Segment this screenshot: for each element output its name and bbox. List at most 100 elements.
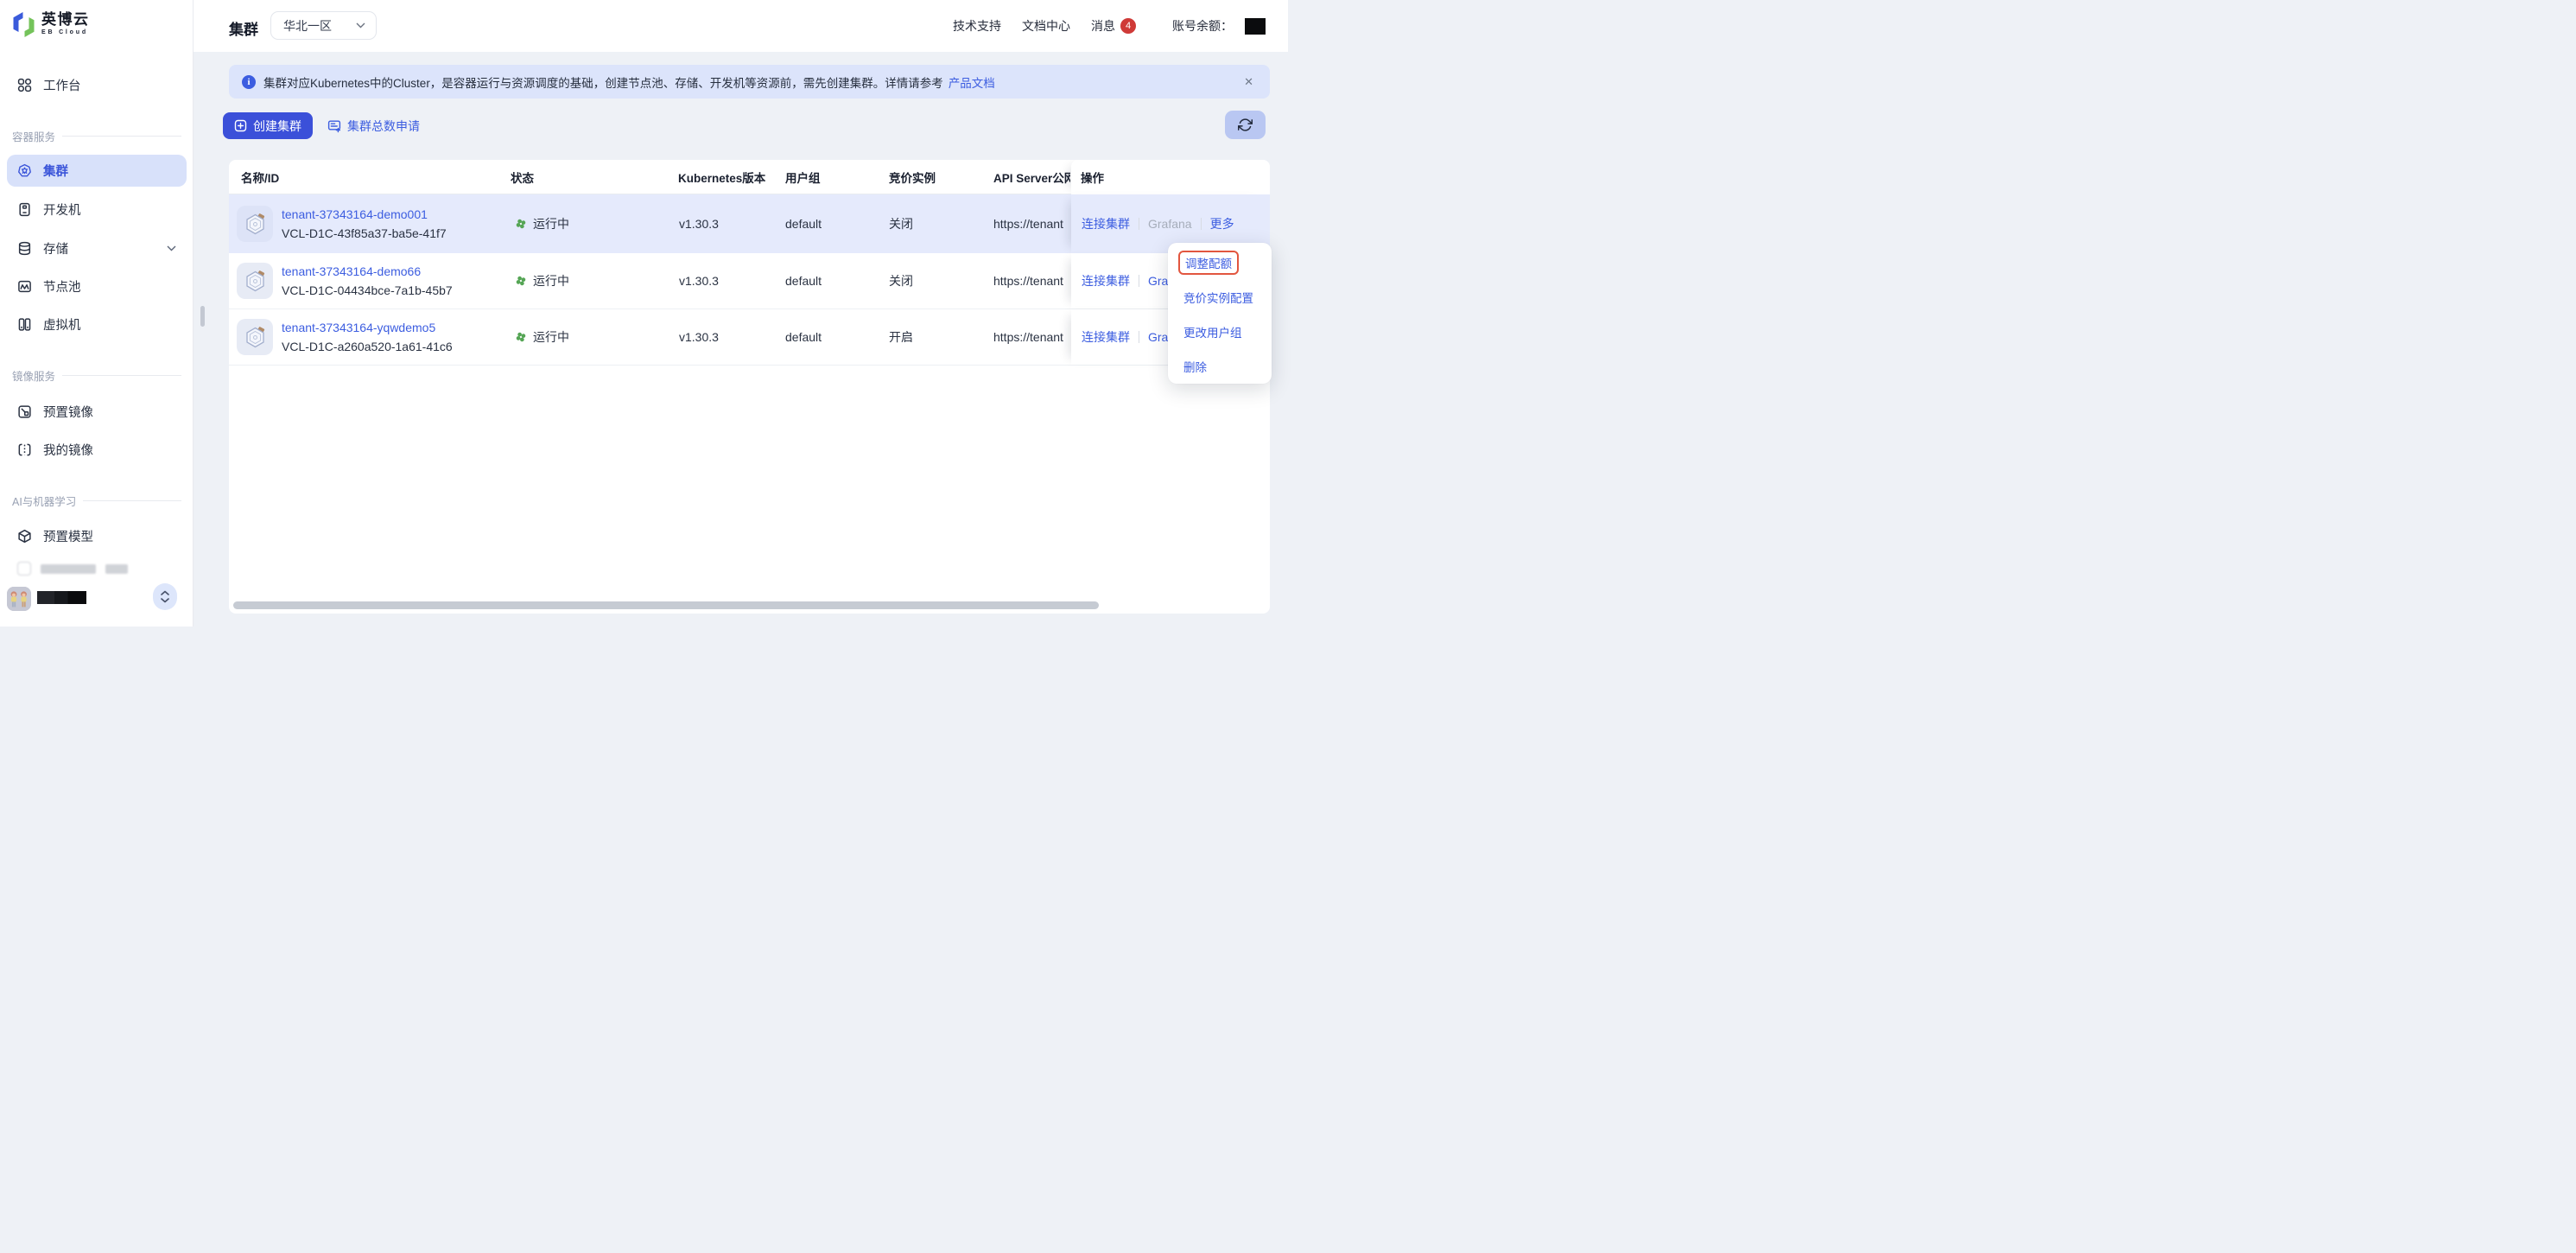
grafana-link[interactable]: Grafana	[1148, 217, 1192, 231]
cluster-name-cell: tenant-37343164-demo001 VCL-D1C-43f85a37…	[282, 207, 447, 240]
spot-cell: 关闭	[889, 272, 913, 289]
status-text: 运行中	[533, 272, 569, 289]
docs-link[interactable]: 文档中心	[1022, 17, 1070, 35]
connect-cluster-link[interactable]: 连接集群	[1082, 272, 1130, 289]
messages-link[interactable]: 消息 4	[1091, 17, 1136, 35]
sidebar: 英博云 EB Cloud 工作台 容器服务 集群	[0, 0, 194, 626]
sidebar-scrollbar-thumb[interactable]	[200, 306, 205, 327]
column-header-api: API Server公网	[993, 160, 1070, 194]
annotation-highlight-box: 调整配额	[1178, 251, 1239, 275]
sidebar-item-vm[interactable]: 虚拟机	[7, 308, 187, 340]
table-row: tenant-37343164-demo001 VCL-D1C-43f85a37…	[229, 194, 1270, 253]
virtual-machine-icon	[17, 317, 32, 332]
refresh-button[interactable]	[1225, 111, 1266, 139]
status-cell: 运行中	[515, 272, 569, 289]
version-cell: v1.30.3	[679, 330, 719, 344]
avatar[interactable]	[7, 587, 31, 611]
status-text: 运行中	[533, 328, 569, 346]
sidebar-item-nodepool[interactable]: 节点池	[7, 270, 187, 302]
cluster-id: VCL-D1C-43f85a37-ba5e-41f7	[282, 226, 447, 240]
cluster-name-link[interactable]: tenant-37343164-yqwdemo5	[282, 321, 453, 334]
status-text: 运行中	[533, 215, 569, 232]
sidebar-item-preset-model[interactable]: 预置模型	[7, 520, 187, 552]
cluster-name-cell: tenant-37343164-demo66 VCL-D1C-04434bce-…	[282, 264, 453, 297]
menu-item-spot-config[interactable]: 竞价实例配置	[1168, 280, 1272, 315]
horizontal-scrollbar-thumb[interactable]	[233, 601, 1099, 609]
section-label: AI与机器学习	[12, 493, 76, 509]
menu-item-label: 竞价实例配置	[1183, 289, 1253, 306]
api-server-cell: https://tenant	[993, 330, 1071, 344]
fixed-actions-header: 操作	[1071, 160, 1270, 194]
app-root: 英博云 EB Cloud 工作台 容器服务 集群	[0, 0, 1288, 626]
sidebar-item-label: 工作台	[43, 76, 81, 94]
banner-close-icon[interactable]: ✕	[1240, 72, 1257, 92]
storage-icon	[17, 241, 32, 256]
info-banner: i 集群对应Kubernetes中的Cluster，是容器运行与资源调度的基础，…	[229, 65, 1270, 99]
quota-request-label: 集群总数申请	[347, 118, 420, 135]
menu-item-change-group[interactable]: 更改用户组	[1168, 315, 1272, 349]
product-docs-link[interactable]: 产品文档	[949, 73, 995, 91]
region-value: 华北一区	[283, 17, 332, 35]
sidebar-item-label: 存储	[43, 239, 68, 258]
cluster-hexagon-icon	[244, 326, 267, 349]
dev-machine-icon	[17, 202, 32, 217]
cluster-quota-request-link[interactable]: 集群总数申请	[327, 112, 420, 139]
cluster-icon	[237, 263, 273, 299]
cluster-name-cell: tenant-37343164-yqwdemo5 VCL-D1C-a260a52…	[282, 321, 453, 353]
sidebar-item-label: 虚拟机	[43, 315, 81, 334]
brand-logo: 英博云 EB Cloud	[12, 11, 90, 38]
sidebar-item-cluster[interactable]: 集群	[7, 155, 187, 187]
topbar-right: 技术支持 文档中心 消息 4 账号余额：	[953, 0, 1266, 52]
cluster-id: VCL-D1C-a260a520-1a61-41c6	[282, 340, 453, 353]
more-link[interactable]: 更多	[1210, 215, 1234, 232]
brand-name: 英博云	[41, 11, 90, 28]
sidebar-item-devmachine[interactable]: 开发机	[7, 194, 187, 226]
support-link[interactable]: 技术支持	[953, 17, 1001, 35]
cluster-name-link[interactable]: tenant-37343164-demo66	[282, 264, 453, 278]
preset-image-icon	[17, 404, 32, 419]
messages-badge: 4	[1120, 18, 1136, 34]
table-header-row: 名称/ID 状态 Kubernetes版本 用户组 竞价实例 API Serve…	[229, 160, 1270, 194]
section-label: 容器服务	[12, 128, 55, 144]
up-down-chevron-icon	[160, 590, 170, 603]
running-status-icon	[515, 331, 527, 343]
brand-text: 英博云 EB Cloud	[41, 11, 90, 35]
cluster-icon	[17, 163, 32, 178]
spot-cell: 关闭	[889, 215, 913, 232]
sidebar-section-container: 容器服务	[12, 129, 181, 143]
status-cell: 运行中	[515, 328, 569, 346]
sidebar-item-faded	[17, 560, 173, 577]
square-plus-icon	[234, 119, 247, 132]
create-cluster-button[interactable]: 创建集群	[223, 112, 313, 139]
column-header-name: 名称/ID	[241, 160, 279, 194]
sidebar-item-preset-image[interactable]: 预置镜像	[7, 396, 187, 428]
menu-item-delete[interactable]: 删除	[1168, 349, 1272, 384]
connect-cluster-link[interactable]: 连接集群	[1082, 328, 1130, 346]
chevron-down-icon	[167, 245, 176, 251]
version-cell: v1.30.3	[679, 217, 719, 231]
sidebar-item-label: 开发机	[43, 200, 81, 219]
workbench-icon	[17, 78, 32, 92]
refresh-icon	[1238, 118, 1253, 132]
menu-item-adjust-quota[interactable]: 调整配额	[1168, 245, 1272, 280]
region-select[interactable]: 华北一区	[270, 11, 377, 40]
running-status-icon	[515, 218, 527, 230]
connect-cluster-link[interactable]: 连接集群	[1082, 215, 1130, 232]
group-cell: default	[785, 274, 822, 288]
account-switcher-button[interactable]	[153, 583, 177, 610]
sidebar-item-label: 预置镜像	[43, 403, 93, 421]
section-label: 镜像服务	[12, 367, 55, 384]
sidebar-item-storage[interactable]: 存储	[7, 232, 187, 264]
user-area	[0, 580, 194, 626]
faded-text	[41, 564, 96, 574]
topbar: 集群 华北一区 技术支持 文档中心 消息 4 账号余额：	[194, 0, 1288, 52]
status-cell: 运行中	[515, 215, 569, 232]
sidebar-item-my-image[interactable]: 我的镜像	[7, 434, 187, 466]
cluster-name-link[interactable]: tenant-37343164-demo001	[282, 207, 447, 221]
sidebar-item-label: 预置模型	[43, 527, 93, 545]
sidebar-item-workbench[interactable]: 工作台	[7, 69, 187, 101]
faded-text	[105, 564, 128, 574]
sidebar-item-label: 集群	[43, 162, 68, 180]
cluster-table: 名称/ID 状态 Kubernetes版本 用户组 竞价实例 API Serve…	[229, 160, 1270, 614]
sidebar-item-label: 节点池	[43, 277, 81, 296]
